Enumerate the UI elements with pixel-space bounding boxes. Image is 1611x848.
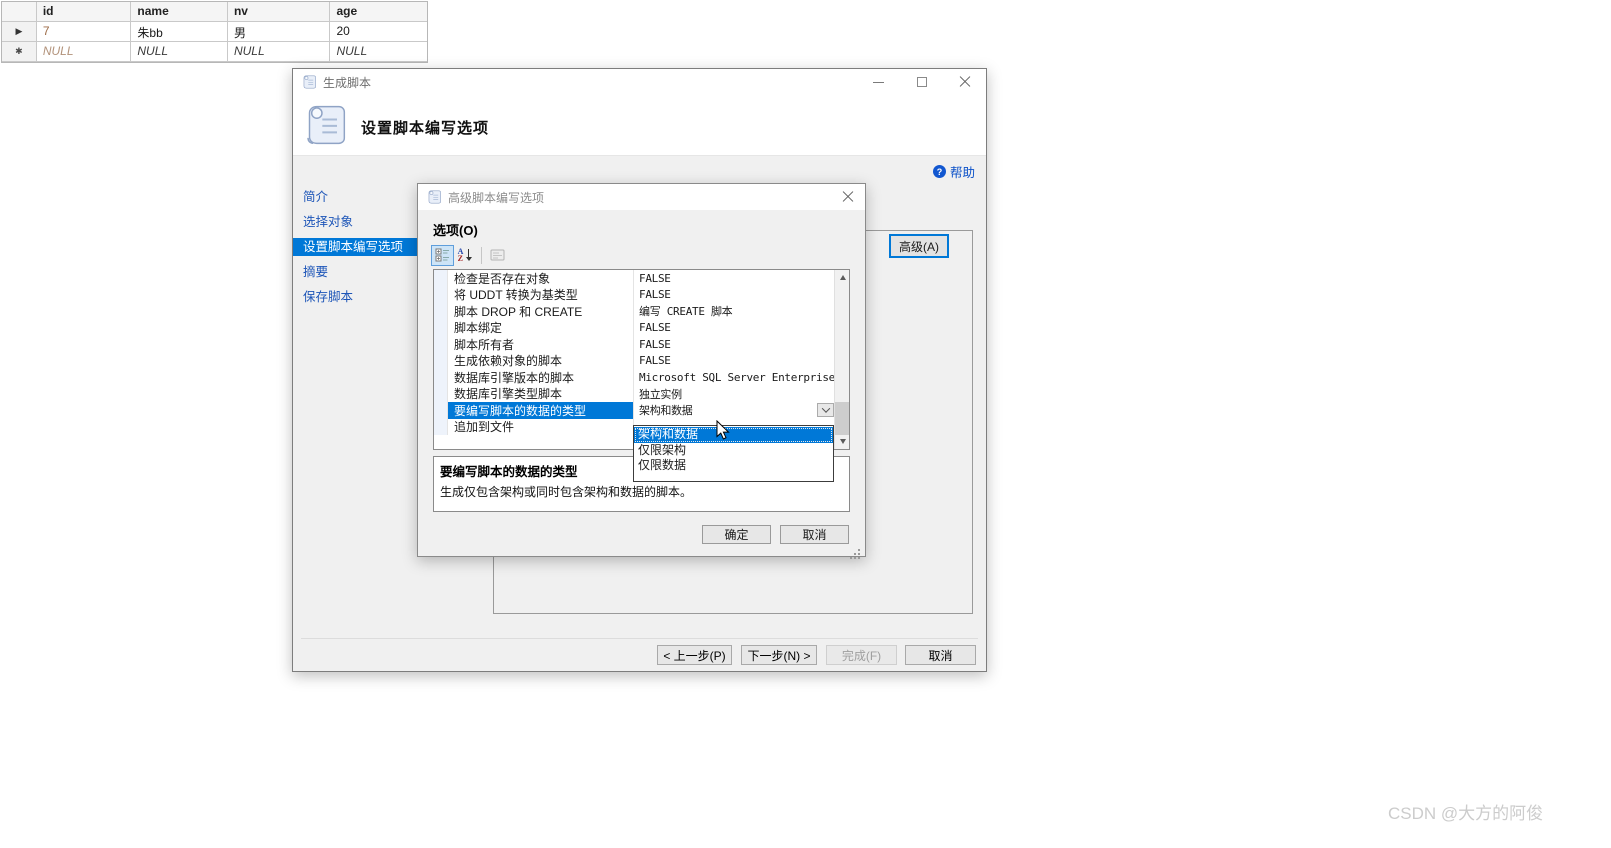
scrollbar-thumb[interactable] [835, 402, 850, 435]
row-selector[interactable]: ✱ [2, 42, 37, 62]
grid-corner-cell[interactable] [2, 2, 37, 22]
option-row-types-of-data[interactable]: 要编写脚本的数据的类型 架构和数据 [434, 402, 835, 419]
cell-name[interactable]: NULL [131, 42, 228, 62]
script-scroll-icon [304, 101, 348, 149]
help-icon: ? [933, 165, 946, 178]
cell-age[interactable]: 20 [330, 22, 427, 42]
help-label: 帮助 [950, 162, 975, 181]
options-scrollbar[interactable] [834, 270, 849, 449]
option-row[interactable]: 脚本绑定FALSE [434, 320, 835, 337]
advanced-button[interactable]: 高级(A) [889, 234, 949, 258]
toolbar-separator [481, 247, 482, 264]
dropdown-item-schema-only[interactable]: 仅限架构 [634, 443, 833, 459]
scroll-icon [302, 74, 317, 90]
desktop-canvas: id name nv age ▶ 7 朱bb 男 20 ✱ NULL NULL … [0, 0, 1611, 848]
option-row[interactable]: 数据库引擎版本的脚本Microsoft SQL Server Enterpris… [434, 369, 835, 386]
categorized-view-button[interactable] [431, 245, 454, 266]
current-row-arrow-icon: ▶ [15, 26, 22, 37]
options-property-grid: 检查是否存在对象FALSE 将 UDDT 转换为基类型FALSE 脚本 DROP… [433, 269, 850, 450]
row-selector[interactable]: ▶ [2, 22, 37, 42]
cell-age[interactable]: NULL [330, 42, 427, 62]
close-button[interactable] [943, 69, 986, 95]
arrow-down-icon [840, 439, 846, 444]
description-text: 生成仅包含架构或同时包含架构和数据的脚本。 [440, 483, 843, 500]
resize-grip[interactable] [858, 549, 860, 551]
categorized-icon [435, 248, 451, 263]
next-button[interactable]: 下一步(N) > [741, 645, 817, 665]
table-row: ▶ 7 朱bb 男 20 [2, 22, 427, 42]
mouse-cursor [716, 420, 731, 441]
scroll-icon [427, 189, 442, 205]
az-sort-icon: AZ [458, 248, 464, 262]
dialog-cancel-button[interactable]: 取消 [780, 525, 849, 544]
ok-button[interactable]: 确定 [702, 525, 771, 544]
option-row[interactable]: 将 UDDT 转换为基类型FALSE [434, 287, 835, 304]
sidebar-item-introduction[interactable]: 简介 [293, 188, 417, 206]
option-row[interactable]: 检查是否存在对象FALSE [434, 270, 835, 287]
minimize-button[interactable] [857, 69, 900, 95]
help-link[interactable]: ? 帮助 [933, 162, 975, 181]
window-title: 生成脚本 [323, 74, 371, 91]
wizard-cancel-button[interactable]: 取消 [905, 645, 976, 665]
option-row[interactable]: 脚本 DROP 和 CREATE编写 CREATE 脚本 [434, 303, 835, 320]
column-header-age[interactable]: age [330, 2, 427, 22]
column-header-name[interactable]: name [131, 2, 228, 22]
results-data-grid: id name nv age ▶ 7 朱bb 男 20 ✱ NULL NULL … [1, 1, 428, 63]
watermark-text: CSDN @大方的阿俊 [1388, 799, 1543, 824]
wizard-header: 设置脚本编写选项 [293, 95, 986, 156]
chevron-down-icon [821, 404, 829, 412]
property-pages-button [486, 245, 509, 266]
dropdown-item-data-only[interactable]: 仅限数据 [634, 458, 833, 474]
cell-nv[interactable]: 男 [228, 22, 331, 42]
maximize-button[interactable] [900, 69, 943, 95]
option-row[interactable]: 生成依赖对象的脚本FALSE [434, 353, 835, 370]
cell-name[interactable]: 朱bb [131, 22, 228, 42]
sidebar-item-set-scripting-options[interactable]: 设置脚本编写选项 [293, 238, 417, 256]
dropdown-item-schema-and-data[interactable]: 架构和数据 [634, 427, 833, 443]
grid-header-row: id name nv age [2, 2, 427, 22]
cell-nv[interactable]: NULL [228, 42, 331, 62]
types-of-data-dropdown-list: 架构和数据 仅限架构 仅限数据 [633, 425, 834, 482]
maximize-icon [917, 77, 927, 87]
option-row[interactable]: 数据库引擎类型脚本独立实例 [434, 386, 835, 403]
options-label: 选项(O) [433, 220, 478, 239]
sidebar-item-summary[interactable]: 摘要 [293, 263, 417, 281]
scroll-up-button[interactable] [835, 270, 850, 285]
sidebar-item-choose-objects[interactable]: 选择对象 [293, 213, 417, 231]
close-icon [959, 76, 971, 88]
option-row[interactable]: 脚本所有者FALSE [434, 336, 835, 353]
column-header-id[interactable]: id [37, 2, 132, 22]
new-row-icon: ✱ [15, 46, 23, 57]
arrow-up-icon [840, 275, 846, 280]
finish-button: 完成(F) [826, 645, 897, 665]
dialog-close-button[interactable] [831, 184, 865, 210]
combo-dropdown-button[interactable] [817, 403, 834, 417]
table-row-new: ✱ NULL NULL NULL NULL [2, 42, 427, 62]
dialog-titlebar[interactable]: 高级脚本编写选项 [418, 184, 865, 210]
scroll-down-button[interactable] [835, 434, 850, 449]
sort-arrow-icon [464, 249, 473, 262]
alphabetical-sort-button[interactable]: AZ [454, 245, 477, 266]
cell-id[interactable]: 7 [37, 22, 132, 42]
close-icon [842, 191, 854, 203]
property-pages-icon [490, 248, 506, 262]
footer-divider [301, 638, 978, 639]
page-title: 设置脚本编写选项 [361, 117, 489, 138]
previous-button[interactable]: < 上一步(P) [657, 645, 732, 665]
cell-id[interactable]: NULL [37, 42, 132, 62]
types-of-data-combo[interactable]: 架构和数据 [634, 402, 835, 419]
wizard-steps-nav: 简介 选择对象 设置脚本编写选项 摘要 保存脚本 [293, 188, 417, 313]
advanced-scripting-options-dialog: 高级脚本编写选项 选项(O) AZ 检查是否存在对象FALSE 将 UDDT 转… [417, 183, 866, 557]
option-rows: 检查是否存在对象FALSE 将 UDDT 转换为基类型FALSE 脚本 DROP… [434, 270, 835, 435]
wizard-titlebar[interactable]: 生成脚本 [293, 69, 986, 95]
sidebar-item-save-scripts[interactable]: 保存脚本 [293, 288, 417, 306]
dialog-title: 高级脚本编写选项 [448, 189, 544, 206]
minimize-icon [873, 82, 884, 83]
column-header-nv[interactable]: nv [228, 2, 331, 22]
options-toolbar: AZ [431, 244, 509, 266]
